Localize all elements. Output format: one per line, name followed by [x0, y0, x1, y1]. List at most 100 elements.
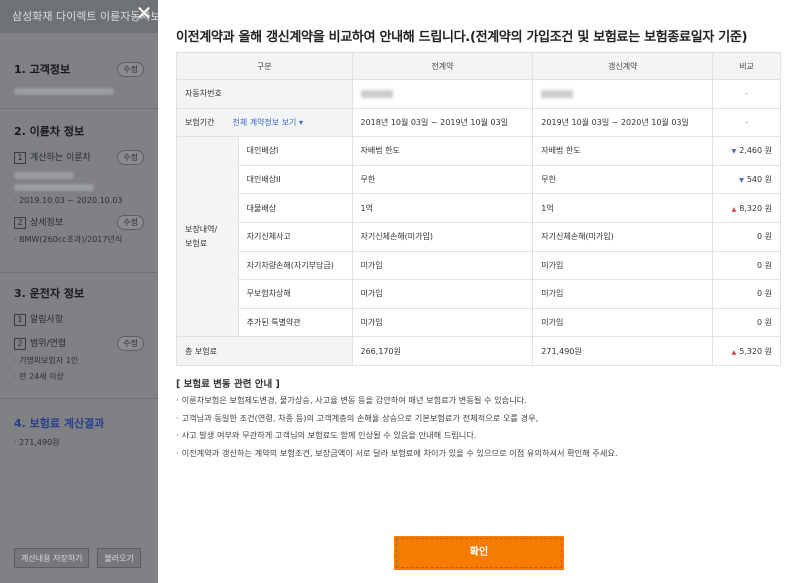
notice-list: 이륜차보험은 보험제도변경, 물가상승, 사고율 변동 등을 감안하여 매년 보…: [176, 394, 618, 464]
edit-button[interactable]: 수정: [117, 149, 144, 165]
comparison-modal: 이전계약과 올해 갱신계약을 비교하여 안내해 드립니다.(전계약의 가입조건 …: [158, 0, 800, 583]
cell: 자배법 한도: [351, 136, 534, 166]
diff-value: 5,320 원: [739, 346, 772, 356]
cell: 자기신체손해(미가입): [351, 221, 534, 252]
sidebar-section-title: 3. 운전자 정보: [14, 287, 85, 300]
list-item: 사고 발생 여부와 무관하게 고객님의 보험료도 함께 인상될 수 있음을 안내…: [176, 429, 618, 447]
cell: 1억: [351, 193, 534, 223]
diff-value: 2,460 원: [739, 146, 772, 156]
sidebar-section-title: 4. 보험료 계산결과: [14, 417, 105, 430]
total-row: 총 보험료 266,170원 271,490원 ▲ 5,320 원: [176, 336, 781, 366]
edit-button[interactable]: 수정: [117, 61, 144, 77]
sidebar: 삼성화재 다이렉트 이륜자동차보험 ✕ 1. 고객정보 수정 2. 이륜차 정보…: [0, 0, 158, 583]
diff-value: 0 원: [757, 260, 772, 270]
sidebar-section-driver: 3. 운전자 정보 1 알림사항 2 범위/연령 수정 · 기명피보험자 1인 · …: [0, 284, 158, 382]
cell: 자배법 한도: [532, 136, 714, 166]
triangle-down-icon: ▼: [739, 177, 744, 185]
blurred-customer-info: [14, 88, 114, 95]
cell: 미가입: [532, 250, 714, 281]
sidebar-sub-label: 계산하는 이륜차: [30, 153, 91, 163]
table-row: 보장내역/ 보험료 대인배상I 자배법 한도 자배법 한도 ▼ 2,460 원: [176, 136, 781, 338]
diff-cell: -: [712, 107, 781, 138]
diff-cell: ▲ 8,320 원: [712, 193, 781, 223]
coverage-name: 대물배상: [237, 193, 353, 223]
table-row: 대물배상 1억 1억 ▲ 8,320 원: [177, 193, 781, 223]
diff-cell: 0 원: [712, 307, 781, 338]
coverage-name: 추가된 특별약관: [237, 307, 353, 338]
diff-value: 0 원: [757, 318, 772, 328]
triangle-down-icon: ▼: [731, 148, 737, 156]
sidebar-section-title: 2. 이륜차 정보: [14, 125, 85, 138]
list-item: 이전계약과 갱신하는 계약의 보험조건, 보장금액이 서로 달라 보험료에 차이…: [176, 447, 618, 465]
coverage-name: 자기신체사고: [237, 221, 353, 252]
masked-value: [351, 79, 534, 109]
step-number: 1: [14, 152, 26, 164]
cell: 미가입: [351, 279, 534, 309]
comparison-table: 구분 전계약 갱신계약 비교 자동차번호 - 보험기간 전체 계약정보 보기 ▾ …: [176, 52, 781, 366]
table-row: 보험기간 전체 계약정보 보기 ▾ 2018년 10월 03일 ~ 2019년 1…: [176, 107, 781, 138]
header-category: 구분: [176, 52, 353, 80]
view-full-contract-link[interactable]: 전체 계약정보 보기 ▾: [232, 118, 303, 127]
table-row: 자기차량손해(자기부담금) 미가입 미가입 0 원: [177, 250, 781, 281]
step-number: 1: [14, 314, 26, 326]
sidebar-section-customer: 1. 고객정보 수정: [0, 60, 158, 95]
triangle-up-icon: ▲: [731, 205, 737, 213]
cell: 271,490원: [532, 336, 714, 366]
diff-value: 8,320 원: [739, 203, 772, 213]
diff-cell: ▼ 2,460 원: [712, 136, 781, 166]
coverage-name: 무보험차상해: [237, 279, 353, 309]
coverage-name: 대인배상II: [237, 164, 353, 195]
table-row: 대인배상II 무한 무한 ▼ 540 원: [177, 164, 781, 195]
diff-cell: 0 원: [712, 279, 781, 309]
sidebar-sub-label: 상세정보: [30, 218, 64, 228]
step-number: 2: [14, 338, 26, 350]
sidebar-sub-label: 알림사항: [30, 315, 64, 325]
cell: 미가입: [532, 307, 714, 338]
driver-line: · 기명피보험자 1인: [14, 356, 79, 365]
table-row: 자동차번호 -: [176, 79, 781, 109]
diff-cell: 0 원: [712, 221, 781, 252]
edit-button[interactable]: 수정: [117, 335, 144, 351]
blurred-vehicle-info: [14, 172, 74, 179]
diff-value: 0 원: [757, 232, 772, 242]
confirm-button[interactable]: 확인: [394, 536, 564, 570]
cell: 자기신체손해(미가입): [532, 221, 714, 252]
diff-cell: ▼ 540 원: [712, 164, 781, 195]
driver-line: · 만 24세 이상: [14, 372, 64, 381]
edit-button[interactable]: 수정: [117, 214, 144, 230]
cell: 미가입: [532, 279, 714, 309]
divider: [0, 272, 158, 273]
list-item: 고객님과 동일한 조건(연령, 차종 등)의 고객계층의 손해율 상승으로 기본…: [176, 412, 618, 430]
cell: 미가입: [351, 307, 534, 338]
diff-cell: 0 원: [712, 250, 781, 281]
close-icon[interactable]: ✕: [134, 3, 154, 23]
row-label: 보험기간 전체 계약정보 보기 ▾: [176, 107, 353, 138]
notice-title: [ 보험료 변동 관련 안내 ]: [176, 379, 280, 390]
table-row: 자기신체사고 자기신체손해(미가입) 자기신체손해(미가입) 0 원: [177, 221, 781, 252]
coverage-group-label: 보장내역/ 보험료: [176, 136, 239, 338]
cell: 무한: [532, 164, 714, 195]
step-number: 2: [14, 217, 26, 229]
table-row: 무보험차상해 미가입 미가입 0 원: [177, 279, 781, 309]
table-header-row: 구분 전계약 갱신계약 비교: [176, 52, 781, 80]
cell: 2018년 10월 03일 ~ 2019년 10월 03일: [351, 107, 534, 138]
divider: [0, 398, 158, 399]
cell: 266,170원: [351, 336, 534, 366]
header-diff: 비교: [712, 52, 781, 80]
diff-cell: -: [712, 79, 781, 109]
table-row: 추가된 특별약관 미가입 미가입 0 원: [177, 307, 781, 338]
sidebar-section-title: 1. 고객정보: [14, 63, 71, 76]
modal-title: 이전계약과 올해 갱신계약을 비교하여 안내해 드립니다.(전계약의 가입조건 …: [176, 30, 748, 45]
cell: 미가입: [351, 250, 534, 281]
save-calculation-button[interactable]: 계산내용 저장하기: [14, 548, 90, 568]
header-renew: 갱신계약: [532, 52, 714, 80]
diff-value: 0 원: [757, 289, 772, 299]
load-button[interactable]: 불러오기: [97, 548, 141, 568]
cell: 무한: [351, 164, 534, 195]
insurance-period: · 2019.10.03 ~ 2020.10.03: [14, 196, 123, 205]
cell: 2019년 10월 03일 ~ 2020년 10월 03일: [532, 107, 714, 138]
blurred-vehicle-info: [14, 184, 94, 191]
sidebar-bottom-actions: 계산내용 저장하기 불러오기: [14, 548, 141, 568]
period-label: 보험기간: [185, 117, 215, 127]
list-item: 이륜차보험은 보험제도변경, 물가상승, 사고율 변동 등을 감안하여 매년 보…: [176, 394, 618, 412]
